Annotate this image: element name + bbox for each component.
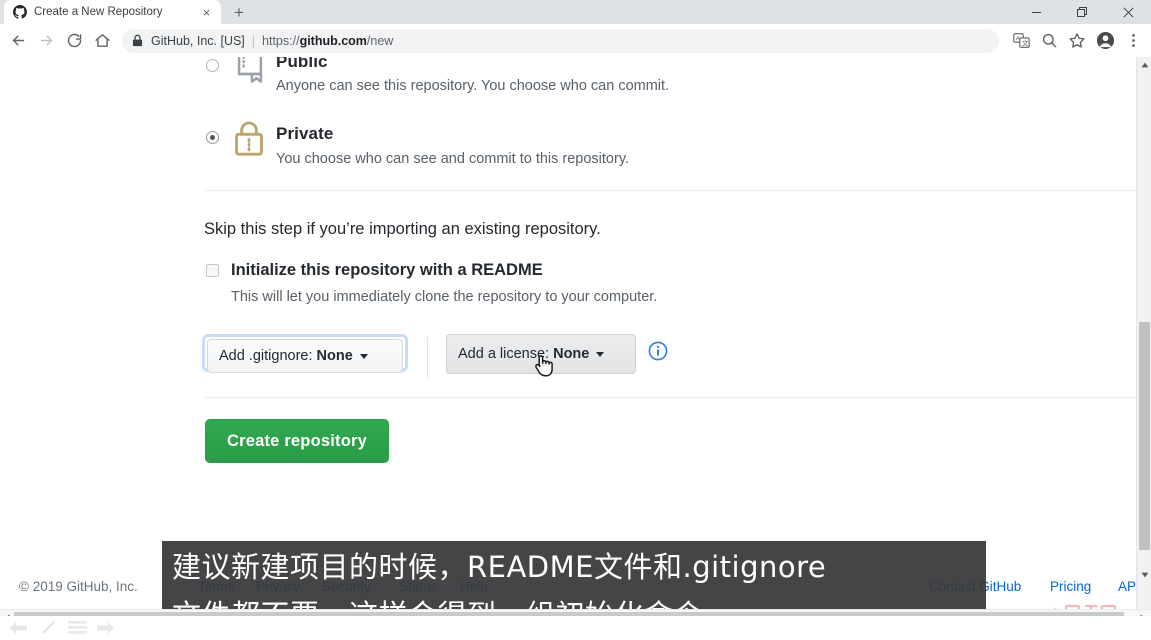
- close-button[interactable]: [1105, 0, 1151, 24]
- bottom-toolbar: [0, 616, 1151, 640]
- url-host: github.com: [299, 33, 367, 48]
- window-controls: [1013, 0, 1151, 24]
- toolbar-actions: A 文: [1007, 27, 1151, 55]
- create-repository-label: Create repository: [226, 431, 368, 450]
- section-divider: [204, 190, 1136, 191]
- svg-text:文: 文: [1021, 39, 1028, 48]
- repo-book-icon: [234, 57, 266, 90]
- gitignore-dropdown-button[interactable]: Add .gitignore: None: [207, 339, 403, 373]
- license-dropdown-button[interactable]: Add a license: None: [446, 334, 636, 374]
- url-text: https://github.com/new: [262, 34, 393, 48]
- github-icon: [13, 5, 27, 19]
- private-option-title: Private: [276, 124, 334, 143]
- readme-description: This will let you immediately clone the …: [231, 289, 658, 305]
- forward-icon[interactable]: [32, 27, 60, 55]
- pencil-icon[interactable]: [40, 619, 57, 640]
- vertical-scrollbar[interactable]: [1136, 57, 1151, 625]
- scroll-up-arrow-icon[interactable]: [1137, 57, 1151, 73]
- browser-window: Create a New Repository × + GitHub, Inc.…: [0, 0, 1151, 640]
- new-tab-button[interactable]: +: [228, 2, 250, 23]
- site-identity-label: GitHub, Inc. [US]: [151, 33, 245, 48]
- translate-icon[interactable]: A 文: [1007, 27, 1035, 55]
- public-option-description: Anyone can see this repository. You choo…: [276, 78, 670, 94]
- home-icon[interactable]: [88, 27, 116, 55]
- reload-icon[interactable]: [60, 27, 88, 55]
- public-option-title: Public: [276, 57, 328, 71]
- tab-title: Create a New Repository: [34, 6, 163, 18]
- gitignore-button-value: None: [316, 348, 353, 364]
- section-divider: [204, 397, 1136, 398]
- private-option-description: You choose who can see and commit to thi…: [276, 151, 630, 167]
- minimize-button[interactable]: [1013, 0, 1059, 24]
- button-separator: [427, 337, 428, 379]
- subtitle-line-1: 建议新建项目的时候，README文件和.gitignore: [172, 550, 827, 584]
- info-circle-icon[interactable]: [648, 341, 668, 361]
- redo-arrow-icon[interactable]: [96, 620, 114, 640]
- create-repository-button[interactable]: Create repository: [205, 419, 389, 463]
- browser-tab[interactable]: Create a New Repository ×: [4, 0, 221, 24]
- skip-step-text: Skip this step if you’re importing an ex…: [204, 220, 601, 238]
- lock-icon: [132, 34, 143, 47]
- license-button-label: Add a license:: [458, 346, 550, 362]
- url-scheme: https://: [262, 33, 300, 48]
- back-icon[interactable]: [4, 27, 32, 55]
- chevron-down-icon: [596, 351, 605, 357]
- zoom-icon[interactable]: [1035, 27, 1063, 55]
- profile-avatar-icon[interactable]: [1091, 27, 1119, 55]
- vertical-scroll-thumb[interactable]: [1139, 322, 1150, 550]
- readme-checkbox-label: Initialize this repository with a README: [231, 261, 543, 279]
- radio-public[interactable]: [206, 59, 219, 72]
- restore-button[interactable]: [1059, 0, 1105, 24]
- tab-strip: Create a New Repository × +: [0, 0, 1151, 24]
- undo-arrow-icon[interactable]: [10, 620, 28, 640]
- footer-copyright: © 2019 GitHub, Inc.: [19, 579, 138, 594]
- scroll-down-arrow-icon[interactable]: [1137, 567, 1151, 583]
- radio-private[interactable]: [206, 131, 219, 144]
- chevron-down-icon: [359, 353, 368, 359]
- close-icon[interactable]: ×: [198, 4, 215, 21]
- readme-checkbox[interactable]: [206, 264, 219, 277]
- gitignore-button-label: Add .gitignore:: [219, 348, 313, 364]
- overflow-menu-icon[interactable]: [1119, 27, 1147, 55]
- url-path: /new: [366, 33, 394, 48]
- address-bar[interactable]: GitHub, Inc. [US] | https://github.com/n…: [122, 28, 999, 53]
- page-viewport: Public Anyone can see this repository. Y…: [0, 57, 1136, 625]
- browser-toolbar: GitHub, Inc. [US] | https://github.com/n…: [0, 24, 1151, 58]
- footer-link-api[interactable]: API: [1118, 579, 1136, 594]
- omnibox-separator: |: [251, 33, 256, 48]
- lock-icon: [232, 119, 266, 162]
- list-lines-icon[interactable]: [68, 621, 87, 639]
- license-button-value: None: [553, 346, 590, 362]
- bookmark-star-icon[interactable]: [1063, 27, 1091, 55]
- footer-link-pricing[interactable]: Pricing: [1050, 579, 1091, 594]
